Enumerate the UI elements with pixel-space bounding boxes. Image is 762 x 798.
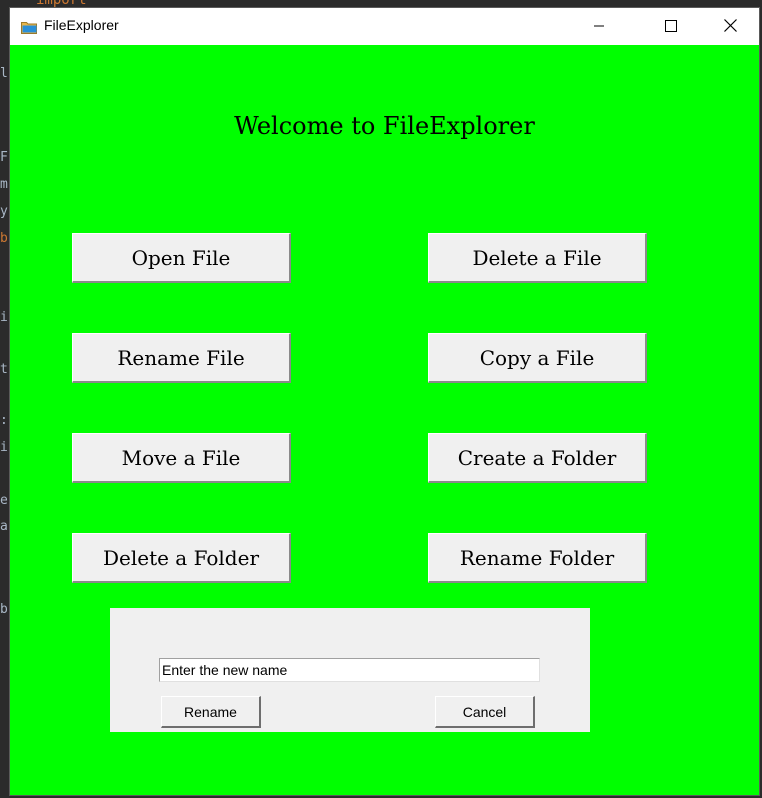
- editor-char: t: [0, 362, 8, 377]
- rename-file-button[interactable]: Rename File: [72, 333, 291, 383]
- new-name-input[interactable]: [159, 658, 540, 682]
- window-title: FileExplorer: [44, 17, 119, 33]
- editor-char: i: [0, 440, 8, 455]
- editor-char: b: [0, 602, 8, 617]
- editor-char: i: [0, 310, 8, 325]
- title-bar[interactable]: FileExplorer: [10, 8, 759, 45]
- editor-char: a: [0, 519, 8, 534]
- editor-char: :: [0, 413, 8, 428]
- rename-folder-button[interactable]: Rename Folder: [428, 533, 647, 583]
- editor-char: y: [0, 204, 8, 219]
- editor-char: e: [0, 493, 8, 508]
- minimize-icon: [593, 17, 605, 36]
- rename-panel: Rename Cancel: [110, 608, 590, 732]
- minimize-button[interactable]: [576, 8, 622, 45]
- maximize-icon: [665, 17, 677, 36]
- maximize-button[interactable]: [648, 8, 694, 45]
- rename-button[interactable]: Rename: [161, 696, 261, 728]
- editor-char: m: [0, 177, 8, 192]
- delete-file-button[interactable]: Delete a File: [428, 233, 647, 283]
- folder-icon: [21, 19, 38, 34]
- editor-char: l: [0, 66, 8, 81]
- editor-char: b: [0, 231, 8, 246]
- editor-char: F: [0, 150, 8, 165]
- copy-file-button[interactable]: Copy a File: [428, 333, 647, 383]
- cancel-button[interactable]: Cancel: [435, 696, 535, 728]
- app-window: FileExplorer Welcome to FileExplorer Ope…: [9, 7, 760, 796]
- open-file-button[interactable]: Open File: [72, 233, 291, 283]
- create-folder-button[interactable]: Create a Folder: [428, 433, 647, 483]
- move-file-button[interactable]: Move a File: [72, 433, 291, 483]
- close-button[interactable]: [707, 8, 753, 45]
- welcome-heading: Welcome to FileExplorer: [234, 112, 535, 140]
- close-icon: [723, 17, 737, 36]
- delete-folder-button[interactable]: Delete a Folder: [72, 533, 291, 583]
